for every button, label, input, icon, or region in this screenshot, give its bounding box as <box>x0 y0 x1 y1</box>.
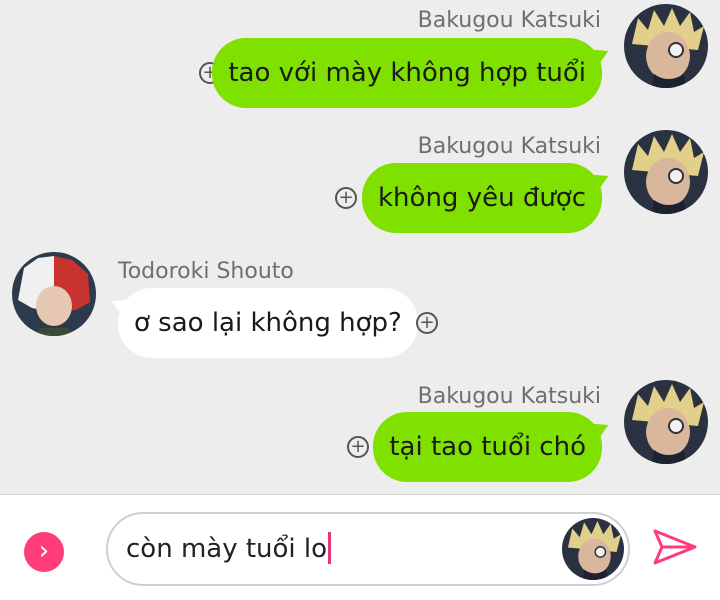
sender-name: Todoroki Shouto <box>118 259 294 284</box>
send-icon[interactable] <box>652 527 698 571</box>
message-bubble[interactable]: tao với mày không hợp tuổi <box>212 38 602 108</box>
bakugou-avatar[interactable] <box>624 380 708 464</box>
sender-name: Bakugou Katsuki <box>417 8 601 33</box>
message-bubble[interactable]: tại tao tuổi chó <box>373 412 602 482</box>
sender-name: Bakugou Katsuki <box>417 134 601 159</box>
sender-name: Bakugou Katsuki <box>417 384 601 409</box>
message-input[interactable]: còn mày tuổi lo <box>106 512 630 586</box>
bakugou-avatar[interactable] <box>624 130 708 214</box>
add-reaction-icon[interactable]: + <box>347 436 369 458</box>
character-picker-avatar[interactable] <box>562 518 624 580</box>
chat-thread: Bakugou Katsuki + tao với mày không hợp … <box>0 0 720 494</box>
message-composer: › còn mày tuổi lo <box>0 494 720 600</box>
text-caret <box>328 531 332 564</box>
add-reaction-icon[interactable]: + <box>335 187 357 209</box>
message-input-value: còn mày tuổi lo <box>126 534 328 564</box>
message-bubble[interactable]: ơ sao lại không hợp? <box>118 288 418 358</box>
message-bubble[interactable]: không yêu được <box>362 163 602 233</box>
todoroki-avatar[interactable] <box>12 252 96 336</box>
bakugou-avatar[interactable] <box>624 4 708 88</box>
chevron-right-icon[interactable]: › <box>24 532 64 572</box>
add-reaction-icon[interactable]: + <box>416 312 438 334</box>
message-input-text[interactable]: còn mày tuổi lo <box>126 514 332 584</box>
